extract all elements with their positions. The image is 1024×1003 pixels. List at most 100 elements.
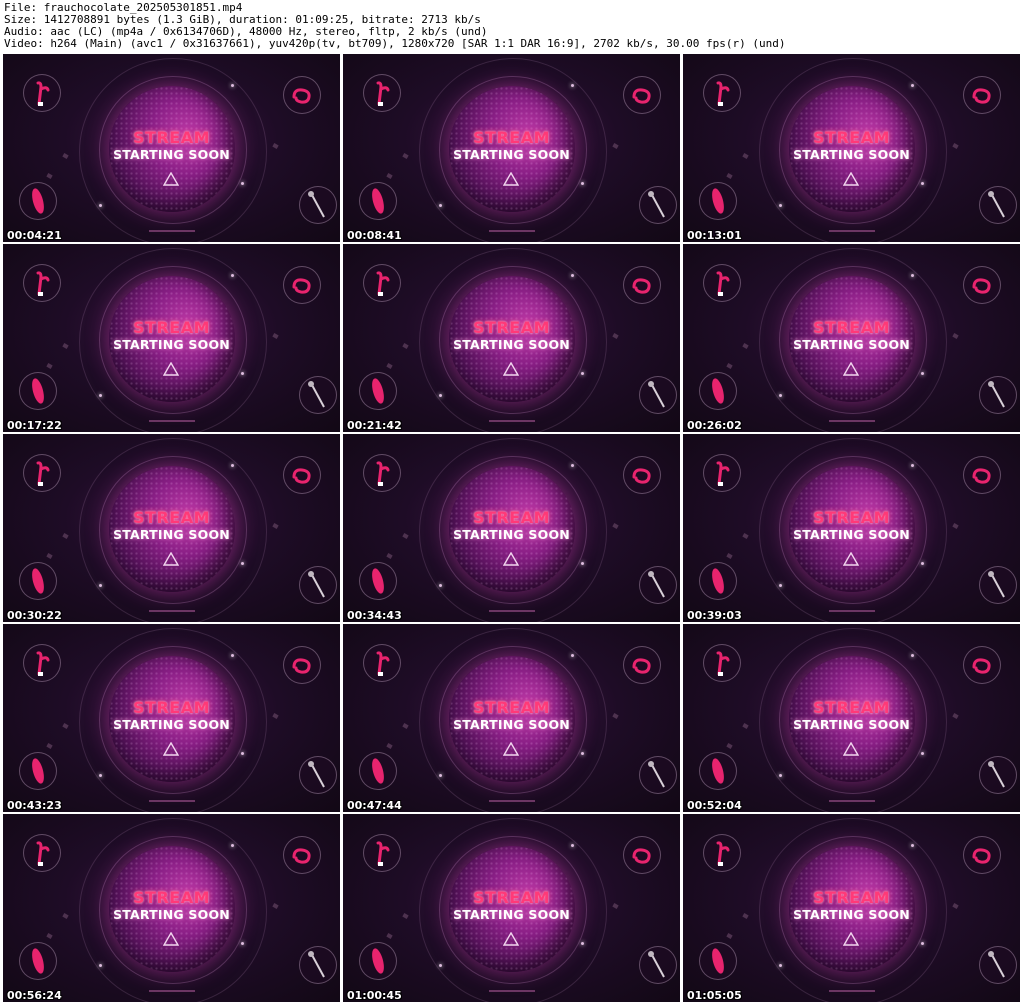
wand-massager-icon xyxy=(979,376,1017,414)
egg-vibrator-icon xyxy=(283,646,321,684)
triangle-play-icon xyxy=(843,742,859,756)
thumbnail-timestamp: 00:17:22 xyxy=(7,419,62,432)
triangle-play-icon xyxy=(503,172,519,186)
stream-title: STREAM xyxy=(133,128,210,147)
sparkle xyxy=(581,182,584,185)
wand-massager-icon xyxy=(979,756,1017,794)
bullet-vibrator-icon xyxy=(19,752,57,790)
wand-massager-icon xyxy=(639,376,677,414)
starting-soon-title: STARTING SOON xyxy=(453,907,570,922)
bullet-vibrator-icon xyxy=(19,562,57,600)
rabbit-vibrator-icon xyxy=(363,834,401,872)
wand-massager-icon xyxy=(299,186,337,224)
video-thumbnail-3[interactable]: STREAM STARTING SOON 00:13:01 xyxy=(683,54,1020,242)
sparkle xyxy=(241,372,244,375)
thumbnail-timestamp: 00:13:01 xyxy=(687,229,742,242)
video-thumbnail-2[interactable]: STREAM STARTING SOON 00:08:41 xyxy=(343,54,680,242)
egg-vibrator-icon xyxy=(963,646,1001,684)
rabbit-vibrator-icon xyxy=(703,644,741,682)
debris xyxy=(386,363,393,369)
stream-title: STREAM xyxy=(813,698,890,717)
wand-massager-icon xyxy=(299,376,337,414)
video-thumbnail-1[interactable]: STREAM STARTING SOON 00:04:21 xyxy=(3,54,340,242)
starting-soon-title: STARTING SOON xyxy=(453,337,570,352)
starting-soon-title: STARTING SOON xyxy=(113,717,230,732)
stream-title: STREAM xyxy=(813,128,890,147)
wand-massager-icon xyxy=(979,566,1017,604)
stream-title: STREAM xyxy=(473,698,550,717)
video-thumbnail-12[interactable]: STREAM STARTING SOON 00:52:04 xyxy=(683,624,1020,812)
thumbnail-timestamp: 00:43:23 xyxy=(7,799,62,812)
video-thumbnail-15[interactable]: STREAM STARTING SOON 01:05:05 xyxy=(683,814,1020,1002)
bottom-accent-bar xyxy=(149,420,195,422)
rabbit-vibrator-icon xyxy=(363,454,401,492)
stream-title: STREAM xyxy=(473,888,550,907)
video-thumbnail-8[interactable]: STREAM STARTING SOON 00:34:43 xyxy=(343,434,680,622)
debris xyxy=(386,173,393,179)
stream-title: STREAM xyxy=(473,128,550,147)
sparkle xyxy=(439,964,442,967)
video-thumbnail-11[interactable]: STREAM STARTING SOON 00:47:44 xyxy=(343,624,680,812)
sparkle xyxy=(439,204,442,207)
egg-vibrator-icon xyxy=(623,456,661,494)
video-thumbnail-6[interactable]: STREAM STARTING SOON 00:26:02 xyxy=(683,244,1020,432)
sparkle xyxy=(921,182,924,185)
starting-soon-title: STARTING SOON xyxy=(113,527,230,542)
bullet-vibrator-icon xyxy=(359,562,397,600)
sparkle xyxy=(439,584,442,587)
debris xyxy=(726,933,733,939)
video-thumbnail-7[interactable]: STREAM STARTING SOON 00:30:22 xyxy=(3,434,340,622)
rabbit-vibrator-icon xyxy=(703,454,741,492)
wand-massager-icon xyxy=(639,186,677,224)
egg-vibrator-icon xyxy=(963,836,1001,874)
starting-soon-title: STARTING SOON xyxy=(113,907,230,922)
rabbit-vibrator-icon xyxy=(23,834,61,872)
sparkle xyxy=(231,274,234,277)
video-info-line: Video: h264 (Main) (avc1 / 0x31637661), … xyxy=(4,37,786,50)
sparkle xyxy=(241,182,244,185)
bottom-accent-bar xyxy=(829,610,875,612)
video-thumbnail-10[interactable]: STREAM STARTING SOON 00:43:23 xyxy=(3,624,340,812)
starting-soon-title: STARTING SOON xyxy=(793,907,910,922)
triangle-play-icon xyxy=(843,932,859,946)
sparkle xyxy=(231,84,234,87)
sparkle xyxy=(99,584,102,587)
sparkle xyxy=(779,584,782,587)
video-thumbnail-4[interactable]: STREAM STARTING SOON 00:17:22 xyxy=(3,244,340,432)
video-thumbnail-14[interactable]: STREAM STARTING SOON 01:00:45 xyxy=(343,814,680,1002)
thumbnail-grid: STREAM STARTING SOON 00:04:21 STREAM STA… xyxy=(0,54,1024,1003)
starting-soon-title: STARTING SOON xyxy=(453,527,570,542)
debris xyxy=(46,743,53,749)
video-thumbnail-13[interactable]: STREAM STARTING SOON 00:56:24 xyxy=(3,814,340,1002)
stream-title: STREAM xyxy=(133,508,210,527)
debris xyxy=(726,553,733,559)
bullet-vibrator-icon xyxy=(699,942,737,980)
thumbnail-timestamp: 00:52:04 xyxy=(687,799,742,812)
rabbit-vibrator-icon xyxy=(703,834,741,872)
egg-vibrator-icon xyxy=(623,266,661,304)
triangle-play-icon xyxy=(503,362,519,376)
egg-vibrator-icon xyxy=(623,836,661,874)
sparkle xyxy=(921,372,924,375)
bullet-vibrator-icon xyxy=(699,182,737,220)
stream-title: STREAM xyxy=(813,888,890,907)
video-thumbnail-9[interactable]: STREAM STARTING SOON 00:39:03 xyxy=(683,434,1020,622)
sparkle xyxy=(571,84,574,87)
egg-vibrator-icon xyxy=(963,266,1001,304)
bottom-accent-bar xyxy=(149,610,195,612)
bullet-vibrator-icon xyxy=(699,752,737,790)
sparkle xyxy=(571,274,574,277)
bottom-accent-bar xyxy=(489,420,535,422)
sparkle xyxy=(571,654,574,657)
egg-vibrator-icon xyxy=(623,646,661,684)
sparkle xyxy=(911,464,914,467)
starting-soon-title: STARTING SOON xyxy=(113,337,230,352)
bottom-accent-bar xyxy=(489,990,535,992)
bullet-vibrator-icon xyxy=(699,562,737,600)
video-thumbnail-5[interactable]: STREAM STARTING SOON 00:21:42 xyxy=(343,244,680,432)
bottom-accent-bar xyxy=(829,800,875,802)
debris xyxy=(726,743,733,749)
triangle-play-icon xyxy=(163,552,179,566)
bottom-accent-bar xyxy=(829,230,875,232)
bullet-vibrator-icon xyxy=(359,182,397,220)
